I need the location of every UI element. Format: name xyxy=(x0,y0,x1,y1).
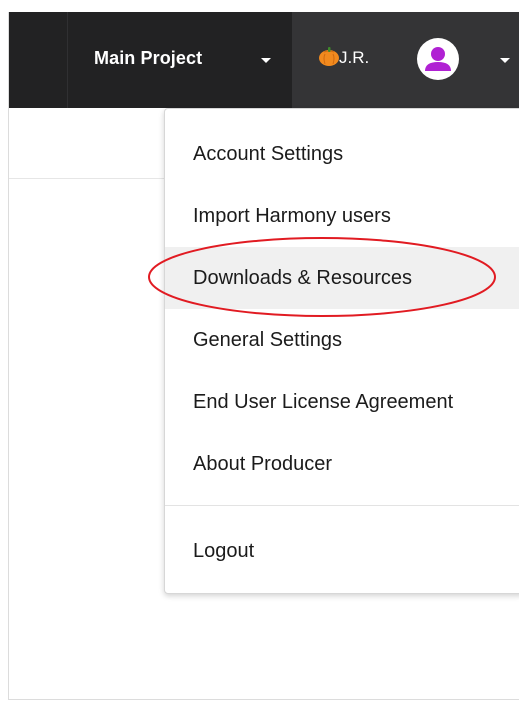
project-selector[interactable]: Main Project xyxy=(68,12,292,108)
top-navigation-bar: Main Project J.R. xyxy=(9,12,519,108)
menu-item-general-settings[interactable]: General Settings xyxy=(165,309,519,371)
menu-item-downloads-resources[interactable]: Downloads & Resources xyxy=(165,247,519,309)
pumpkin-icon xyxy=(319,47,339,66)
chevron-down-icon xyxy=(500,58,510,63)
user-menu-toggle[interactable]: J.R. xyxy=(292,12,519,108)
avatar[interactable] xyxy=(417,38,459,80)
project-name: Main Project xyxy=(94,48,203,68)
chevron-down-icon xyxy=(261,58,271,63)
menu-item-about-producer[interactable]: About Producer xyxy=(165,433,519,495)
menu-item-eula[interactable]: End User License Agreement xyxy=(165,371,519,433)
menu-item-logout[interactable]: Logout xyxy=(165,520,519,582)
user-initials: J.R. xyxy=(339,48,370,67)
menu-item-import-harmony-users[interactable]: Import Harmony users xyxy=(165,185,519,247)
user-avatar-icon xyxy=(425,47,451,71)
menu-divider xyxy=(165,505,519,506)
menu-item-account-settings[interactable]: Account Settings xyxy=(165,123,519,185)
user-dropdown-menu: Account Settings Import Harmony users Do… xyxy=(164,108,519,594)
